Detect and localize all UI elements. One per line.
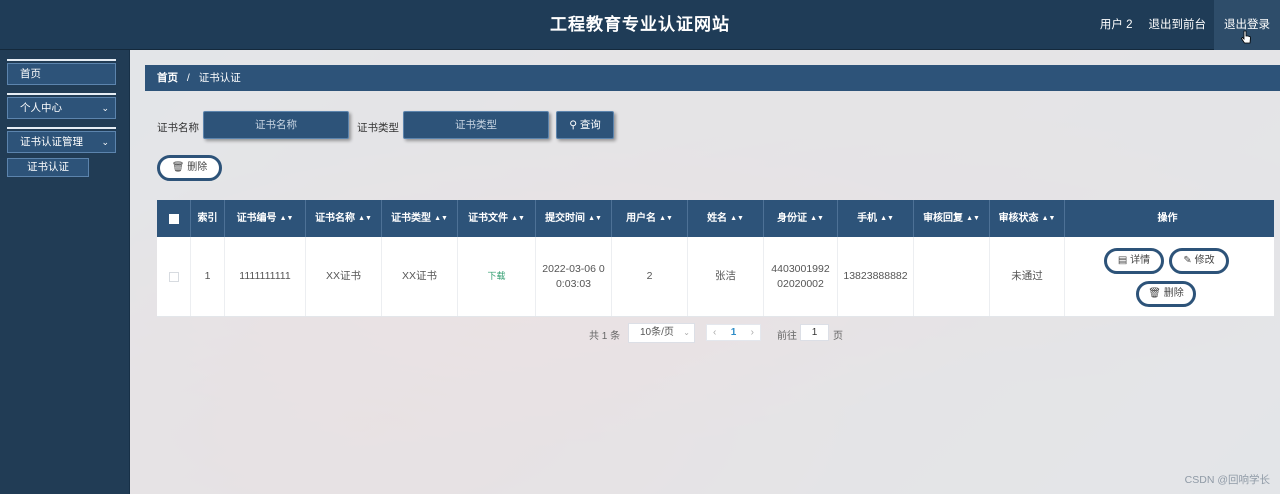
breadcrumb-separator: / xyxy=(186,72,190,84)
cell-status: 未通过 xyxy=(990,237,1065,316)
cert-table: 索引 证书编号 ▲▼ 证书名称 ▲▼ 证书类型 ▲▼ 证书文件 ▲▼ 提交时间 ▲▼ 用户… xyxy=(157,200,1274,317)
column-header[interactable]: 手机 ▲▼ xyxy=(838,200,914,237)
column-header[interactable]: 证书类型 ▲▼ xyxy=(382,200,458,237)
cert-type-input[interactable]: 证书类型 xyxy=(403,111,549,139)
cert-type-label: 证书类型 xyxy=(357,122,399,134)
sidebar-item-profile[interactable]: 个人中心 ⌄ xyxy=(7,97,116,119)
sidebar-item-home[interactable]: 首页 xyxy=(7,63,116,85)
page-unit-label: 页 xyxy=(833,331,843,342)
sidebar-item-cert-management[interactable]: 证书认证管理 ⌄ xyxy=(7,131,116,153)
current-user-label: 用户 2 xyxy=(1099,19,1133,31)
edit-icon: ✎ xyxy=(1183,254,1192,266)
cell-username: 2 xyxy=(612,237,688,316)
pagination: 共 1 条 10条/页 ⌄ ‹ 1 › 前往 1 页 xyxy=(130,323,1280,343)
next-page-icon[interactable]: › xyxy=(751,325,754,340)
breadcrumb-home[interactable]: 首页 xyxy=(157,72,178,84)
column-header: 操作 xyxy=(1157,213,1178,224)
detail-button-label: 详情 xyxy=(1130,254,1151,266)
edit-button[interactable]: ✎ 修改 xyxy=(1169,247,1229,274)
menu-divider xyxy=(7,59,116,61)
cell-name: 张洁 xyxy=(688,237,764,316)
page-nav: ‹ 1 › xyxy=(706,324,761,341)
sort-icon: ▲▼ xyxy=(810,215,824,222)
column-header[interactable]: 提交时间 ▲▼ xyxy=(536,200,612,237)
column-header[interactable]: 用户名 ▲▼ xyxy=(612,200,688,237)
document-icon: ▤ xyxy=(1117,254,1128,266)
column-header[interactable]: 证书编号 ▲▼ xyxy=(225,200,306,237)
csdn-watermark: CSDN @回响学长 xyxy=(1184,474,1270,486)
batch-delete-label: 删除 xyxy=(187,162,208,173)
site-title: 工程教育专业认证网站 xyxy=(550,15,730,34)
column-header: 索引 xyxy=(191,200,225,237)
column-header[interactable]: 证书文件 ▲▼ xyxy=(458,200,536,237)
search-button[interactable]: ⚲ 查询 xyxy=(556,111,614,139)
sort-icon: ▲▼ xyxy=(358,215,372,222)
sort-icon: ▲▼ xyxy=(279,215,294,222)
column-header[interactable]: 身份证 ▲▼ xyxy=(764,200,838,237)
hand-cursor-icon xyxy=(1240,30,1251,44)
trash-icon: 🗑 xyxy=(171,162,185,173)
cell-actions: ▤ 详情 ✎ 修改 🗑 删除 xyxy=(1065,237,1270,316)
table-row: 1 1111111111 XX证书 XX证书 下载 2022-03-06 00:… xyxy=(157,237,1274,317)
cell-index: 1 xyxy=(191,237,225,316)
sidebar-item-label: 证书认证管理 xyxy=(20,136,83,148)
top-header: 工程教育专业认证网站 用户 2 退出到前台 退出登录 xyxy=(0,0,1280,50)
search-icon: ⚲ xyxy=(569,119,577,131)
sort-icon: ▲▼ xyxy=(434,215,448,222)
cell-cert-no: 1111111111 xyxy=(225,237,306,316)
menu-divider xyxy=(7,127,116,129)
sort-icon: ▲▼ xyxy=(966,215,980,222)
sort-icon: ▲▼ xyxy=(1041,215,1056,222)
cell-phone: 13823888882 xyxy=(838,237,914,316)
row-delete-button[interactable]: 🗑 删除 xyxy=(1136,280,1196,307)
sort-icon: ▲▼ xyxy=(880,215,894,222)
cell-cert-type: XX证书 xyxy=(382,237,458,316)
page-size-value: 10条/页 xyxy=(640,327,674,338)
row-checkbox[interactable] xyxy=(157,237,191,316)
column-header[interactable]: 审核回复 ▲▼ xyxy=(914,200,990,237)
back-to-frontend-link[interactable]: 退出到前台 xyxy=(1141,0,1215,50)
sort-icon: ▲▼ xyxy=(588,215,602,222)
breadcrumb-current: 证书认证 xyxy=(198,72,241,84)
sort-icon: ▲▼ xyxy=(730,215,744,222)
column-header[interactable]: 审核状态 ▲▼ xyxy=(990,200,1065,237)
sort-icon: ▲▼ xyxy=(659,215,673,222)
breadcrumb: 首页 / 证书认证 xyxy=(145,65,1280,91)
trash-icon: 🗑 xyxy=(1148,287,1161,299)
detail-button[interactable]: ▤ 详情 xyxy=(1104,247,1164,274)
column-header[interactable]: 证书名称 ▲▼ xyxy=(306,200,382,237)
sidebar-subitem-cert-auth[interactable]: 证书认证 xyxy=(7,158,89,177)
search-button-label: 查询 xyxy=(579,119,601,131)
cell-cert-name: XX证书 xyxy=(306,237,382,316)
goto-label: 前往 xyxy=(777,331,797,342)
cell-cert-file: 下载 xyxy=(458,237,536,316)
column-header[interactable]: 姓名 ▲▼ xyxy=(688,200,764,237)
sort-icon: ▲▼ xyxy=(511,215,525,222)
cert-name-label: 证书名称 xyxy=(157,122,199,134)
cert-name-input[interactable]: 证书名称 xyxy=(203,111,349,139)
page-size-select[interactable]: 10条/页 ⌄ xyxy=(628,323,695,343)
sidebar-item-label: 首页 xyxy=(20,68,41,80)
chevron-down-icon: ⌄ xyxy=(683,328,690,337)
chevron-down-icon: ⌄ xyxy=(101,137,109,147)
batch-delete-button[interactable]: 🗑 删除 xyxy=(157,155,222,181)
menu-divider xyxy=(7,93,116,95)
main-content: 首页 / 证书认证 证书名称 证书名称 证书类型 证书类型 ⚲ 查询 🗑 删除 … xyxy=(130,50,1280,494)
select-all-checkbox[interactable] xyxy=(157,200,191,237)
download-link[interactable]: 下载 xyxy=(487,269,505,284)
table-header: 索引 证书编号 ▲▼ 证书名称 ▲▼ 证书类型 ▲▼ 证书文件 ▲▼ 提交时间 ▲▼ 用户… xyxy=(157,200,1274,237)
chevron-down-icon: ⌄ xyxy=(101,103,109,113)
pagination-total: 共 1 条 xyxy=(589,331,621,342)
cell-id-card: 440300199202020002 xyxy=(764,237,838,316)
goto-page-input[interactable]: 1 xyxy=(800,324,829,341)
cell-submit-time: 2022-03-06 00:03:03 xyxy=(536,237,612,316)
cell-reply xyxy=(914,237,990,316)
sidebar: 首页 个人中心 ⌄ 证书认证管理 ⌄ 证书认证 xyxy=(0,50,130,494)
edit-button-label: 修改 xyxy=(1194,254,1215,266)
row-delete-label: 删除 xyxy=(1163,287,1184,299)
sidebar-item-label: 个人中心 xyxy=(20,102,62,114)
